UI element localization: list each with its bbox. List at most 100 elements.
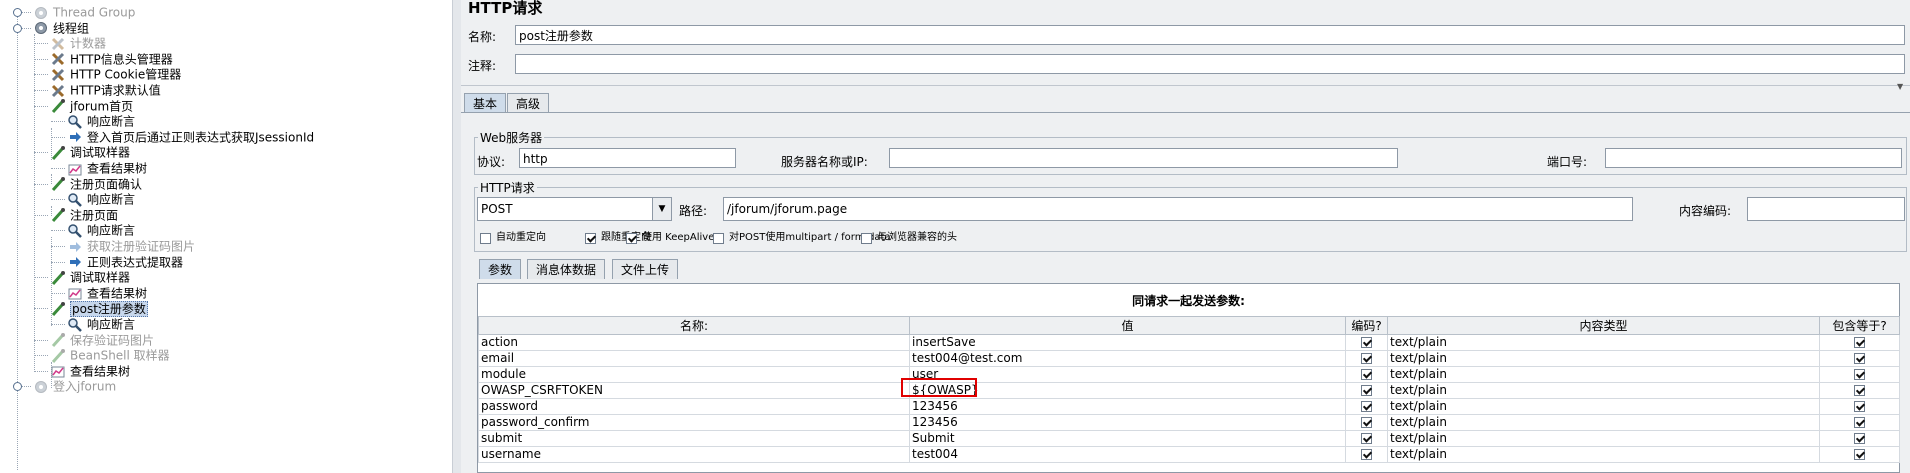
include-equals-cell[interactable] (1819, 446, 1900, 463)
checkbox-icon[interactable] (1361, 337, 1372, 348)
table-row[interactable]: username test004 text/plain (478, 446, 1900, 463)
content-type-cell[interactable]: text/plain (1387, 414, 1820, 431)
param-value-cell[interactable]: test004 (909, 446, 1346, 463)
tree-node-label: HTTP Cookie管理器 (70, 67, 182, 82)
include-equals-cell[interactable] (1819, 366, 1900, 383)
param-name-cell[interactable]: OWASP_CSRFTOKEN (478, 382, 910, 399)
checkbox-icon[interactable] (713, 232, 724, 244)
checkbox-icon[interactable] (1361, 433, 1372, 444)
param-name-cell[interactable]: email (478, 350, 910, 367)
parameters-table[interactable]: 同请求一起发送参数: 名称: 值编码? 内容类型 包含等于? action insert… (477, 283, 1900, 473)
checkbox-icon[interactable] (1854, 433, 1865, 444)
server-field[interactable] (889, 148, 1398, 168)
param-name-cell[interactable]: action (478, 334, 910, 351)
checkbox-icon[interactable] (585, 232, 596, 244)
tab-parameters[interactable]: 参数 (479, 259, 522, 279)
include-equals-cell[interactable] (1819, 334, 1900, 351)
tab-advanced[interactable]: 高级 (507, 93, 550, 113)
param-value-cell[interactable]: 123456 (909, 398, 1346, 415)
checkbox-icon[interactable] (1854, 401, 1865, 412)
checkbox-icon[interactable] (1361, 353, 1372, 364)
table-row[interactable]: password_confirm 123456 text/plain (478, 414, 1900, 431)
checkbox-icon[interactable] (1854, 449, 1865, 460)
tree-expander-icon[interactable] (13, 23, 22, 33)
option-checkbox[interactable]: 自动重定向 (480, 231, 546, 245)
protocol-field[interactable]: http (519, 148, 736, 168)
encode-cell[interactable] (1345, 382, 1388, 399)
param-name-cell[interactable]: password_confirm (478, 414, 910, 431)
tree-connector (34, 277, 48, 279)
checkbox-icon[interactable] (480, 232, 491, 244)
tree-expander-icon[interactable] (13, 382, 22, 392)
tab-basic[interactable]: 基本 (464, 93, 507, 113)
table-row[interactable]: module user text/plain (478, 366, 1900, 383)
include-equals-cell[interactable] (1819, 382, 1900, 399)
encode-cell[interactable] (1345, 334, 1388, 351)
encoding-field[interactable] (1747, 197, 1905, 221)
param-value-cell[interactable]: 123456 (909, 414, 1346, 431)
content-type-cell[interactable]: text/plain (1387, 366, 1820, 383)
tree-expander-icon[interactable] (13, 8, 22, 17)
encode-cell[interactable] (1345, 350, 1388, 367)
tab-body-data[interactable]: 消息体数据 (527, 259, 606, 279)
table-row[interactable]: OWASP_CSRFTOKEN ${OWASP} text/plain (478, 382, 1900, 399)
include-equals-cell[interactable] (1819, 398, 1900, 415)
column-header[interactable]: 包含等于? (1819, 316, 1900, 335)
param-name-cell[interactable]: username (478, 446, 910, 463)
checkbox-icon[interactable] (1361, 369, 1372, 380)
tree-node[interactable]: 登入jforum (33, 377, 116, 395)
content-type-cell[interactable]: text/plain (1387, 446, 1820, 463)
content-type-cell[interactable]: text/plain (1387, 382, 1820, 399)
checkbox-icon[interactable] (1854, 353, 1865, 364)
content-type-cell[interactable]: text/plain (1387, 398, 1820, 415)
encode-cell[interactable] (1345, 414, 1388, 431)
param-value-cell[interactable]: Submit (909, 430, 1346, 447)
params-grid[interactable]: 名称: 值编码? 内容类型 包含等于? action insertSave text/pl… (478, 316, 1900, 463)
comment-field[interactable] (515, 54, 1905, 74)
column-header[interactable]: 编码? (1345, 316, 1388, 335)
table-row[interactable]: submit Submit text/plain (478, 430, 1900, 447)
param-name-cell[interactable]: submit (478, 430, 910, 447)
column-header[interactable]: 内容类型 (1387, 316, 1820, 335)
option-checkbox[interactable]: 使用 KeepAlive (626, 231, 714, 245)
tab-file-upload[interactable]: 文件上传 (612, 259, 679, 279)
content-type-cell[interactable]: text/plain (1387, 334, 1820, 351)
collapse-divider[interactable]: ▼ (461, 82, 1910, 91)
path-field[interactable]: /jforum/jforum.page (723, 197, 1633, 221)
column-header[interactable]: 值 (909, 316, 1346, 335)
content-type-cell[interactable]: text/plain (1387, 350, 1820, 367)
param-value-cell[interactable]: insertSave (909, 334, 1346, 351)
encode-cell[interactable] (1345, 430, 1388, 447)
test-plan-tree[interactable]: Thread Group 线程组 计数器 HTTP信息头管理器 HTTP Cookie管… (0, 0, 452, 473)
table-row[interactable]: email test004@test.com text/plain (478, 350, 1900, 367)
checkbox-icon[interactable] (1361, 449, 1372, 460)
encode-cell[interactable] (1345, 366, 1388, 383)
checkbox-icon[interactable] (626, 232, 637, 244)
checkbox-icon[interactable] (1361, 417, 1372, 428)
param-value-cell[interactable]: test004@test.com (909, 350, 1346, 367)
checkbox-icon[interactable] (1854, 337, 1865, 348)
param-name-cell[interactable]: module (478, 366, 910, 383)
option-label: 与浏览器兼容的头 (877, 232, 957, 243)
table-row[interactable]: password 123456 text/plain (478, 398, 1900, 415)
encode-cell[interactable] (1345, 446, 1388, 463)
table-row[interactable]: action insertSave text/plain (478, 334, 1900, 351)
include-equals-cell[interactable] (1819, 414, 1900, 431)
checkbox-icon[interactable] (1854, 385, 1865, 396)
method-select[interactable]: POST ▼ (477, 197, 672, 221)
include-equals-cell[interactable] (1819, 350, 1900, 367)
column-header[interactable]: 名称: (478, 316, 910, 335)
checkbox-icon[interactable] (1854, 417, 1865, 428)
encode-cell[interactable] (1345, 398, 1388, 415)
option-checkbox[interactable]: 与浏览器兼容的头 (861, 231, 957, 245)
content-type-cell[interactable]: text/plain (1387, 430, 1820, 447)
include-equals-cell[interactable] (1819, 430, 1900, 447)
chevron-down-icon[interactable]: ▼ (652, 198, 671, 220)
port-field[interactable] (1605, 148, 1902, 168)
name-field[interactable]: post注册参数 (515, 25, 1905, 45)
checkbox-icon[interactable] (1361, 385, 1372, 396)
checkbox-icon[interactable] (1361, 401, 1372, 412)
checkbox-icon[interactable] (1854, 369, 1865, 380)
checkbox-icon[interactable] (861, 232, 872, 244)
param-name-cell[interactable]: password (478, 398, 910, 415)
